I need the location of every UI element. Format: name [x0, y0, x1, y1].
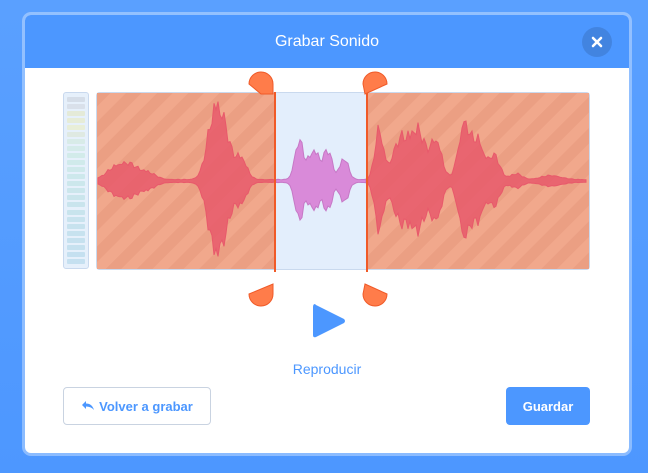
save-button[interactable]: Guardar	[506, 387, 590, 425]
trim-handles	[248, 71, 388, 307]
close-icon	[591, 36, 603, 48]
modal-header: Grabar Sonido	[25, 15, 629, 68]
close-button[interactable]	[582, 27, 612, 57]
trim-start-handle-bottom[interactable]	[248, 283, 274, 307]
undo-arrow-icon	[82, 401, 95, 410]
record-sound-modal: Grabar Sonido Reproducir Volver a grabar…	[25, 15, 629, 453]
play-button[interactable]	[311, 301, 347, 341]
trim-end-handle-top[interactable]	[362, 71, 388, 95]
rerecord-label: Volver a grabar	[99, 398, 193, 414]
rerecord-button[interactable]: Volver a grabar	[63, 387, 211, 425]
play-icon	[313, 304, 345, 338]
modal-title: Grabar Sonido	[274, 32, 380, 50]
trim-start-handle-top[interactable]	[248, 71, 274, 95]
trim-end-handle-bottom[interactable]	[362, 283, 388, 307]
play-label[interactable]: Reproducir	[225, 361, 429, 377]
